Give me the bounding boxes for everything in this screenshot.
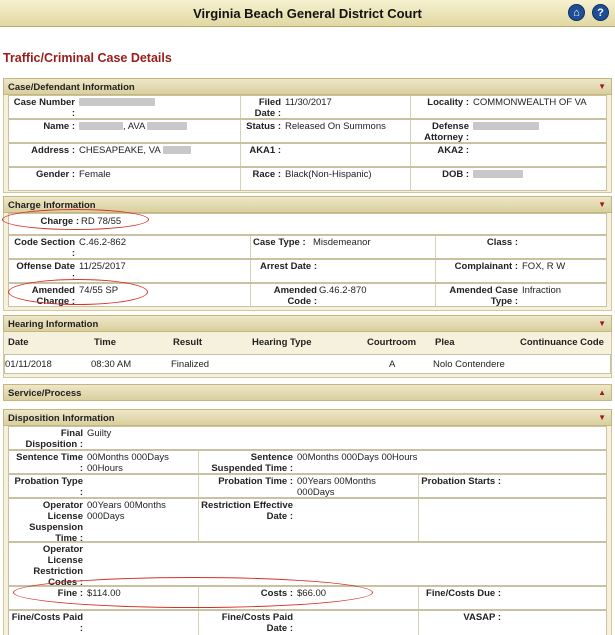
name-label: Name : — [43, 121, 75, 132]
section-title: Case/Defendant Information — [8, 82, 135, 93]
section-header-disposition[interactable]: Disposition Information ▼ — [3, 409, 612, 426]
col-time: Time — [94, 337, 117, 348]
code-section-label: Code Section : — [14, 237, 75, 259]
hearing-courtroom: A — [389, 359, 396, 370]
section-header-service[interactable]: Service/Process ▲ — [3, 384, 612, 401]
dob-value — [473, 169, 523, 180]
filed-date-value: 11/30/2017 — [285, 97, 332, 108]
case-type-value: Misdemeanor — [313, 237, 371, 248]
fine-costs-annotation-ellipse — [13, 577, 373, 608]
sentence-time-value: 00Months 000Days 00Hours — [87, 452, 169, 474]
sentence-suspended-label: Sentence Suspended Time : — [211, 452, 293, 474]
col-courtroom: Courtroom — [367, 337, 417, 348]
col-date: Date — [8, 337, 29, 348]
dob-label: DOB : — [442, 169, 469, 180]
amended-code-value: G.46.2-870 — [319, 285, 367, 296]
disp-row-3: Probation Type : Probation Time : 00Year… — [8, 474, 607, 498]
fine-costs-due-label: Fine/Costs Due : — [426, 588, 501, 599]
col-result: Result — [173, 337, 203, 348]
arrest-date-label: Arrest Date : — [259, 261, 317, 272]
case-row-4: Gender : Female Race : Black(Non-Hispani… — [8, 167, 607, 191]
collapse-arrow-icon[interactable]: ▼ — [598, 82, 606, 91]
case-panel: Case Number : Filed Date : 11/30/2017 Lo… — [3, 95, 612, 193]
charge-annotation-ellipse — [2, 209, 149, 230]
disp-row-1: Final Disposition : Guilty — [8, 426, 607, 450]
section-title: Service/Process — [8, 388, 82, 399]
vasap-label: VASAP : — [463, 612, 501, 623]
gender-value: Female — [79, 169, 111, 180]
probation-time-value: 00Years 00Months 000Days — [297, 476, 376, 498]
complainant-label: Complainant : — [454, 261, 518, 272]
address-label: Address : — [31, 145, 75, 156]
restriction-effective-label: Restriction Effective Date : — [201, 500, 293, 522]
col-continuance-code: Continuance Code — [520, 337, 604, 348]
collapse-arrow-icon[interactable]: ▼ — [598, 319, 606, 328]
section-header-hearing[interactable]: Hearing Information ▼ — [3, 315, 612, 332]
code-section-value: C.46.2-862 — [79, 237, 127, 248]
status-label: Status : — [246, 121, 281, 132]
disp-row-2: Sentence Time : 00Months 000Days 00Hours… — [8, 450, 607, 474]
sentence-time-label: Sentence Time : — [16, 452, 83, 474]
case-row-2: Name : , AVA Status : Released On Summon… — [8, 119, 607, 143]
hearing-time: 08:30 AM — [91, 359, 132, 370]
defense-attorney-value — [473, 121, 539, 132]
case-type-label: Case Type : — [253, 237, 306, 248]
probation-starts-label: Probation Starts : — [421, 476, 501, 487]
hearing-date: 01/11/2018 — [5, 359, 52, 370]
case-number-label: Case Number : — [13, 97, 75, 119]
question-icon[interactable]: ? — [592, 4, 609, 21]
fine-costs-paid-date-label: Fine/Costs Paid Date : — [221, 612, 293, 634]
class-label: Class : — [486, 237, 518, 248]
name-value: , AVA — [79, 121, 188, 132]
hearing-panel: Date Time Result Hearing Type Courtroom … — [3, 332, 612, 378]
gender-label: Gender : — [35, 169, 75, 180]
court-title: Virginia Beach General District Court — [193, 6, 422, 21]
charge-row-2: Code Section : C.46.2-862 Case Type : Mi… — [8, 235, 607, 259]
table-row: 01/11/2018 08:30 AM Finalized A Nolo Con… — [4, 354, 611, 374]
house-icon[interactable]: ⌂ — [568, 4, 585, 21]
collapse-arrow-icon[interactable]: ▼ — [598, 200, 606, 209]
status-value: Released On Summons — [285, 121, 386, 132]
expand-arrow-icon[interactable]: ▲ — [598, 388, 606, 397]
col-plea: Plea — [435, 337, 455, 348]
offense-date-value: 11/25/2017 — [79, 261, 126, 272]
col-hearing-type: Hearing Type — [252, 337, 312, 348]
race-label: Race : — [252, 169, 281, 180]
disp-row-4: Operator License Suspension Time : 00Yea… — [8, 498, 607, 544]
amended-case-type-value: Infraction — [522, 285, 562, 296]
operator-license-suspension-value: 00Years 00Months 000Days — [87, 500, 166, 522]
amended-charge-annotation-ellipse — [8, 279, 148, 305]
section-title: Hearing Information — [8, 319, 99, 330]
locality-label: Locality : — [427, 97, 469, 108]
race-value: Black(Non-Hispanic) — [285, 169, 372, 180]
amended-case-type-label: Amended Case Type : — [449, 285, 518, 307]
sentence-suspended-value: 00Months 000Days 00Hours — [297, 452, 418, 463]
top-bar: Virginia Beach General District Court ⌂ … — [0, 0, 615, 27]
case-number-value — [79, 97, 155, 108]
defense-attorney-label: Defense Attorney : — [424, 121, 469, 143]
aka2-label: AKA2 : — [437, 145, 469, 156]
hearing-plea: Nolo Contendere — [433, 359, 505, 370]
aka1-label: AKA1 : — [249, 145, 281, 156]
hearing-result: Finalized — [171, 359, 210, 370]
disp-row-7: Fine/Costs Paid : Fine/Costs Paid Date :… — [8, 610, 607, 635]
address-value: CHESAPEAKE, VA — [79, 145, 191, 156]
probation-type-label: Probation Type : — [14, 476, 83, 498]
case-row-3: Address : CHESAPEAKE, VA AKA1 : AKA2 : — [8, 143, 607, 167]
collapse-arrow-icon[interactable]: ▼ — [598, 413, 606, 422]
section-title: Disposition Information — [8, 413, 115, 424]
case-row-1: Case Number : Filed Date : 11/30/2017 Lo… — [8, 95, 607, 119]
page-title: Traffic/Criminal Case Details — [3, 51, 172, 65]
hearing-header-row: Date Time Result Hearing Type Courtroom … — [8, 337, 607, 351]
final-disposition-label: Final Disposition : — [25, 428, 83, 450]
final-disposition-value: Guilty — [87, 428, 112, 439]
probation-time-label: Probation Time : — [218, 476, 293, 487]
fine-costs-paid-label: Fine/Costs Paid : — [11, 612, 83, 634]
amended-code-label: Amended Code : — [273, 285, 317, 307]
section-header-case[interactable]: Case/Defendant Information ▼ — [3, 78, 612, 95]
filed-date-label: Filed Date : — [254, 97, 281, 119]
locality-value: COMMONWEALTH OF VA — [473, 97, 587, 108]
operator-license-suspension-label: Operator License Suspension Time : — [29, 500, 83, 544]
complainant-value: FOX, R W — [522, 261, 566, 272]
